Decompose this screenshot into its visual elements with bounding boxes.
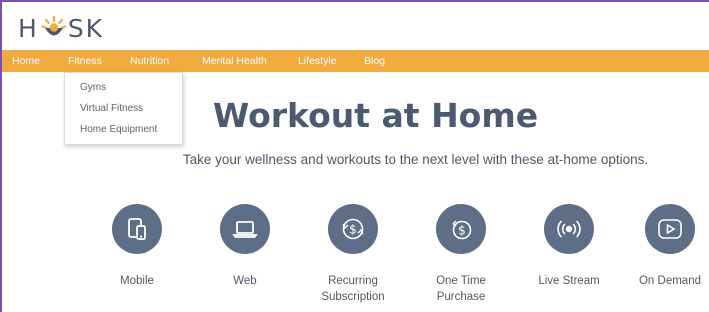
dropdown-item-virtual-fitness[interactable]: Virtual Fitness	[80, 103, 143, 114]
fitness-dropdown-menu: Gyms Virtual Fitness Home Equipment	[64, 72, 183, 145]
main-nav: Home Fitness Nutrition Mental Health Lif…	[2, 50, 709, 72]
option-one-time-label-line1: One Time	[436, 275, 486, 287]
option-recurring-circle[interactable]: $	[328, 204, 378, 254]
play-button-icon	[658, 219, 682, 239]
option-recurring-subscription[interactable]: $ Recurring Subscription	[303, 204, 403, 305]
svg-text:$: $	[349, 223, 357, 237]
dropdown-item-gyms[interactable]: Gyms	[80, 82, 106, 93]
logo-text-left: H	[18, 13, 39, 43]
dropdown-item-home-equipment[interactable]: Home Equipment	[80, 124, 157, 135]
broadcast-icon	[557, 220, 581, 238]
option-mobile[interactable]: Mobile	[87, 204, 187, 289]
mobile-tablet-icon	[128, 218, 146, 240]
page-frame: H SK Home Fitness Nutrition Mental Healt…	[0, 0, 709, 312]
nav-item-blog[interactable]: Blog	[364, 50, 385, 72]
nav-item-lifestyle[interactable]: Lifestyle	[298, 50, 337, 72]
svg-text:$: $	[458, 224, 466, 238]
nav-item-home[interactable]: Home	[12, 50, 40, 72]
laptop-icon	[232, 221, 258, 238]
option-on-demand-label: On Demand	[638, 275, 701, 287]
option-live-stream-label: Live Stream	[538, 275, 600, 287]
option-web-label: Web	[233, 275, 257, 287]
one-time-dollar-icon: $	[452, 220, 472, 240]
option-recurring-label-line2: Subscription	[321, 291, 385, 303]
option-web-circle[interactable]	[220, 204, 270, 254]
nav-item-nutrition[interactable]: Nutrition	[130, 50, 169, 72]
logo-text-right: SK	[67, 13, 105, 43]
option-one-time-purchase[interactable]: $ One Time Purchase	[411, 204, 511, 305]
option-live-stream[interactable]: Live Stream	[519, 204, 619, 289]
brand-logo[interactable]: H SK	[18, 12, 104, 44]
recurring-dollar-icon: $	[342, 218, 364, 240]
option-web[interactable]: Web	[195, 204, 295, 289]
option-mobile-circle[interactable]	[112, 204, 162, 254]
sun-logo-icon	[41, 15, 67, 36]
nav-item-mental-health[interactable]: Mental Health	[202, 50, 267, 72]
option-on-demand-circle[interactable]	[645, 204, 695, 254]
page-subtitle: Take your wellness and workouts to the n…	[182, 152, 649, 167]
option-live-stream-circle[interactable]	[544, 204, 594, 254]
option-mobile-label: Mobile	[120, 275, 154, 287]
nav-item-fitness[interactable]: Fitness	[68, 50, 102, 72]
option-on-demand[interactable]: On Demand	[620, 204, 709, 289]
option-recurring-label-line1: Recurring	[328, 275, 378, 287]
option-one-time-circle[interactable]: $	[436, 204, 486, 254]
option-one-time-label-line2: Purchase	[436, 291, 486, 303]
